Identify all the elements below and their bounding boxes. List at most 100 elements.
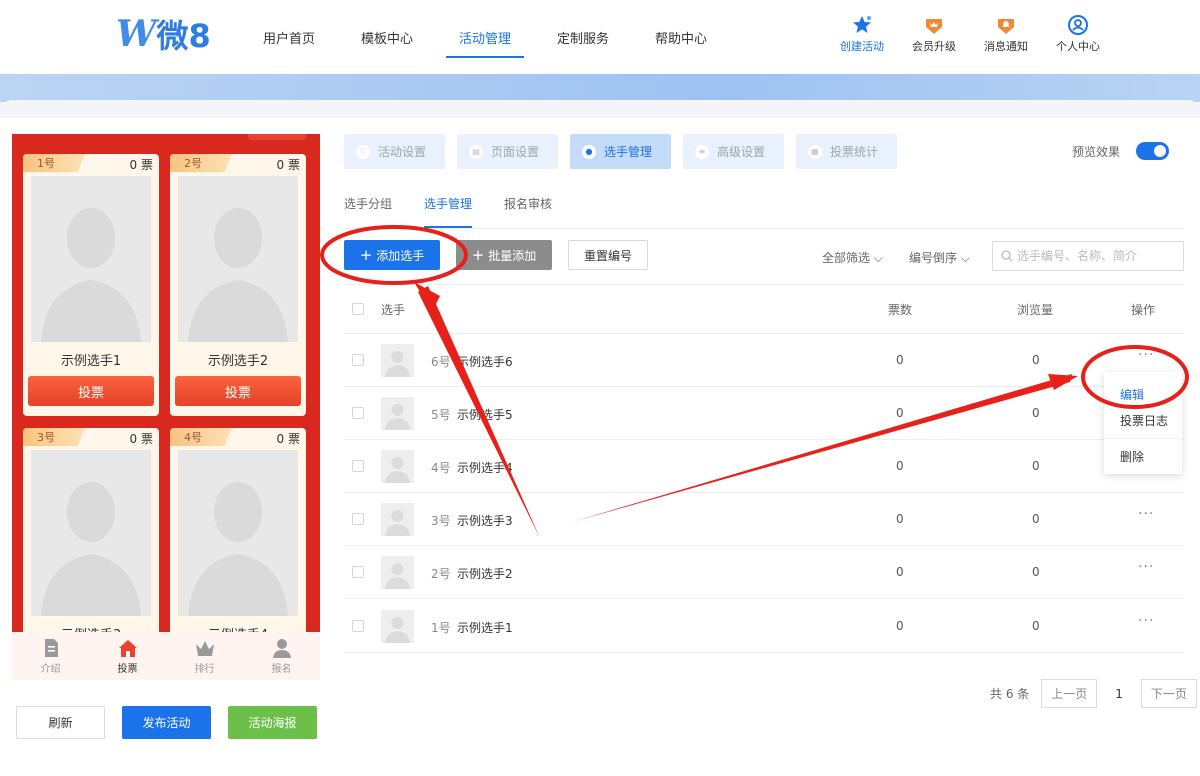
avatar	[381, 610, 414, 643]
card-name: 示例选手1	[60, 354, 122, 369]
tab-signup-review[interactable]: 报名审核	[504, 190, 552, 228]
phone-top-tag	[248, 134, 306, 140]
top-navbar: W 微8 用户首页 模板中心 活动管理 定制服务 帮助中心 创建活动 会员升级 …	[0, 0, 1200, 74]
plus-icon: +	[471, 246, 485, 264]
avatar	[381, 450, 414, 483]
more-icon[interactable]: ···	[1138, 613, 1154, 629]
tab-signup[interactable]: 报名	[243, 632, 320, 680]
select-all-checkbox[interactable]	[352, 303, 364, 315]
card-number: 2号	[170, 154, 232, 172]
quick-actions: 创建活动 会员升级 消息通知 个人中心	[826, 14, 1114, 54]
card-votes: 0 票	[129, 432, 153, 446]
row-checkbox[interactable]	[352, 460, 364, 472]
card-name: 示例选手2	[207, 354, 269, 369]
member-upgrade-button[interactable]: 会员升级	[898, 14, 970, 54]
tab-signup-label: 报名	[271, 664, 292, 675]
row-votes: 0	[896, 459, 904, 473]
tab-player-groups[interactable]: 选手分组	[344, 190, 392, 228]
logo[interactable]: W 微8	[116, 13, 211, 55]
current-page[interactable]: 1	[1109, 687, 1129, 701]
col-views: 浏览量	[1017, 303, 1054, 317]
filter-all-label: 全部筛选	[822, 251, 871, 265]
row-number: 2号	[431, 567, 451, 581]
row-checkbox[interactable]	[352, 354, 364, 366]
row-name: 示例选手3	[457, 514, 513, 528]
sort-dropdown[interactable]: 编号倒序 ⌵	[909, 249, 970, 266]
more-icon[interactable]: ···	[1138, 559, 1154, 575]
step-player-management[interactable]: ● 选手管理	[570, 134, 671, 169]
row-checkbox[interactable]	[352, 407, 364, 419]
step-page-settings[interactable]: ▤ 页面设置	[457, 134, 558, 169]
heart-icon: ♡	[356, 144, 370, 159]
vote-button[interactable]: 投票	[28, 376, 154, 406]
logo-letter: W	[116, 13, 156, 55]
bell-badge-icon	[995, 14, 1017, 36]
more-icon[interactable]: ···	[1138, 347, 1154, 363]
step-label: 投票统计	[830, 145, 879, 159]
notifications-button[interactable]: 消息通知	[970, 14, 1042, 54]
total-count: 共 6 条	[990, 687, 1030, 701]
person-icon	[272, 639, 291, 658]
menu-vote-log[interactable]: 投票日志	[1104, 412, 1182, 429]
add-player-button[interactable]: + 添加选手	[344, 240, 440, 270]
step-advanced-settings[interactable]: ≡ 高级设置	[683, 134, 784, 169]
next-page-button[interactable]: 下一页	[1140, 679, 1197, 708]
col-player: 选手	[381, 303, 406, 317]
player-card: 1号 0 票 示例选手1 投票	[23, 154, 159, 416]
menu-delete[interactable]: 删除	[1104, 448, 1182, 465]
publish-activity-button[interactable]: 发布活动	[122, 706, 211, 739]
row-views: 0	[1032, 619, 1040, 633]
avatar	[381, 344, 414, 377]
search-input[interactable]	[1017, 249, 1177, 263]
row-name: 示例选手1	[457, 621, 513, 635]
step-label: 高级设置	[717, 145, 766, 159]
tab-intro[interactable]: 介绍	[12, 632, 89, 680]
nav-templates[interactable]: 模板中心	[338, 0, 436, 74]
tab-player-management[interactable]: 选手管理	[424, 190, 473, 228]
row-votes: 0	[896, 353, 904, 367]
menu-edit[interactable]: 编辑	[1104, 386, 1182, 403]
row-number: 1号	[431, 621, 451, 635]
divider	[344, 228, 1184, 229]
settings-steps: ♡ 活动设置 ▤ 页面设置 ● 选手管理 ≡ 高级设置 ▦ 投票统计	[344, 134, 897, 169]
more-icon[interactable]: ···	[1138, 506, 1154, 522]
step-label: 选手管理	[604, 145, 653, 159]
pagination: 共 6 条 上一页 1 下一页	[990, 679, 1197, 708]
step-label: 页面设置	[491, 145, 540, 159]
preview-toggle[interactable]	[1136, 142, 1170, 160]
step-vote-statistics[interactable]: ▦ 投票统计	[796, 134, 897, 169]
activity-poster-button[interactable]: 活动海报	[228, 706, 317, 739]
vote-button[interactable]: 投票	[175, 376, 301, 406]
reset-numbers-button[interactable]: 重置编号	[568, 240, 648, 270]
avatar-placeholder-icon	[31, 450, 151, 616]
nav-home[interactable]: 用户首页	[240, 0, 338, 74]
nav-help[interactable]: 帮助中心	[632, 0, 730, 74]
row-number: 5号	[431, 408, 451, 422]
filter-all-dropdown[interactable]: 全部筛选 ⌵	[822, 249, 883, 266]
row-checkbox[interactable]	[352, 620, 364, 632]
personal-center-button[interactable]: 个人中心	[1042, 14, 1114, 54]
tab-ranking[interactable]: 排行	[166, 632, 243, 680]
table-toolbar: + 添加选手 + 批量添加 重置编号	[344, 240, 648, 270]
user-circle-icon	[1067, 14, 1089, 36]
batch-add-button[interactable]: + 批量添加	[456, 240, 552, 270]
row-number: 6号	[431, 355, 451, 369]
refresh-button[interactable]: 刷新	[16, 706, 105, 739]
row-number: 4号	[431, 461, 451, 475]
create-activity-button[interactable]: 创建活动	[826, 14, 898, 54]
prev-page-button[interactable]: 上一页	[1041, 679, 1098, 708]
step-activity-settings[interactable]: ♡ 活动设置	[344, 134, 445, 169]
avatar-placeholder-icon	[31, 176, 151, 342]
main-nav: 用户首页 模板中心 活动管理 定制服务 帮助中心	[240, 0, 730, 74]
nav-custom-service[interactable]: 定制服务	[534, 0, 632, 74]
nav-activity-management[interactable]: 活动管理	[436, 0, 534, 74]
preview-toggle-group: 预览效果	[1072, 142, 1170, 160]
banner-round	[0, 100, 1200, 118]
add-player-label: 添加选手	[376, 248, 425, 263]
member-upgrade-label: 会员升级	[912, 40, 956, 53]
phone-tabbar: 介绍 投票 排行 报名	[12, 632, 320, 680]
tab-vote[interactable]: 投票	[89, 632, 166, 680]
row-checkbox[interactable]	[352, 513, 364, 525]
row-checkbox[interactable]	[352, 566, 364, 578]
menu-divider	[1104, 438, 1182, 439]
